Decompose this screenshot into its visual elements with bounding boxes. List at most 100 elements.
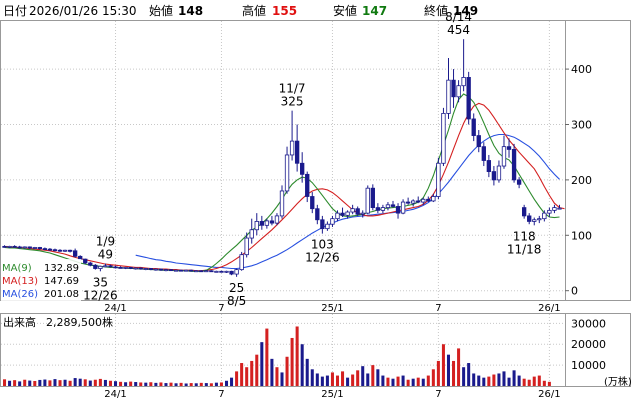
candle bbox=[390, 200, 396, 208]
date-value: 2026/01/26 15:30 bbox=[29, 4, 137, 18]
volume-bar bbox=[114, 381, 118, 386]
candle-body bbox=[491, 171, 497, 181]
candle-body bbox=[294, 140, 300, 164]
volume-bar bbox=[497, 373, 501, 386]
candle bbox=[451, 69, 456, 108]
candle bbox=[436, 157, 441, 200]
volume-bar bbox=[421, 378, 425, 386]
ma9-value: 132.89 bbox=[44, 263, 79, 274]
candle-body bbox=[199, 270, 204, 273]
volume-bar bbox=[330, 372, 334, 386]
candle-body bbox=[375, 207, 381, 211]
volume-bar bbox=[482, 377, 486, 386]
low-value: 147 bbox=[362, 4, 387, 18]
annotation-date: 8/14 bbox=[445, 10, 472, 24]
volume-bar bbox=[416, 377, 420, 386]
candle-body bbox=[168, 269, 174, 272]
candle bbox=[133, 267, 138, 270]
candle-body bbox=[390, 204, 396, 207]
candle-body bbox=[108, 265, 113, 268]
candle-body bbox=[456, 85, 461, 98]
candle-body bbox=[27, 246, 32, 249]
candle-body bbox=[194, 270, 199, 273]
candle-body bbox=[254, 221, 259, 231]
candle-body bbox=[52, 249, 58, 252]
candle-body bbox=[461, 77, 466, 87]
annotation-price: 103 bbox=[311, 238, 334, 252]
volume-bar bbox=[73, 378, 77, 386]
annotation-low: 11811/18 bbox=[507, 229, 542, 256]
candle-body bbox=[2, 245, 7, 248]
price-axis: 0 100 200 300 400 bbox=[565, 63, 592, 298]
volume-bars bbox=[3, 326, 551, 386]
volume-bar bbox=[487, 376, 491, 386]
volume-bar bbox=[18, 381, 22, 386]
volume-bar bbox=[517, 375, 521, 386]
candle-body bbox=[521, 207, 527, 217]
x-tick-label: 26/1 bbox=[538, 389, 560, 400]
candle bbox=[471, 113, 476, 142]
volume-bar bbox=[240, 363, 244, 386]
volume-bar bbox=[164, 383, 168, 386]
volume-bar bbox=[325, 375, 329, 386]
volume-bar bbox=[199, 382, 203, 386]
volume-bar bbox=[462, 367, 466, 386]
candle-body bbox=[143, 268, 148, 270]
candle bbox=[12, 245, 17, 248]
candle bbox=[400, 199, 406, 215]
candle bbox=[375, 203, 381, 214]
ma26-label: MA(26) bbox=[2, 289, 38, 300]
volume-bar bbox=[290, 337, 294, 386]
high-low-annotations: 1/9493512/26258/511/732510312/268/144541… bbox=[83, 10, 541, 308]
x-tick-label: 7 bbox=[218, 303, 224, 314]
candle-body bbox=[345, 211, 350, 216]
candle bbox=[284, 146, 290, 194]
candle-body bbox=[138, 267, 143, 270]
volume-bar bbox=[547, 381, 551, 386]
candle bbox=[7, 245, 12, 249]
volume-bar bbox=[230, 377, 234, 386]
annotation-price: 118 bbox=[513, 229, 536, 243]
candle bbox=[42, 247, 48, 251]
volume-axis: 10000 20000 30000 bbox=[571, 317, 606, 372]
candle bbox=[189, 269, 194, 272]
annotation-price: 325 bbox=[281, 95, 304, 109]
price-grid bbox=[1, 21, 565, 300]
volume-bar bbox=[532, 376, 536, 386]
candle bbox=[294, 124, 300, 172]
price-tick-label: 100 bbox=[571, 229, 592, 242]
candle-body bbox=[289, 140, 295, 156]
open-label: 始値 bbox=[149, 3, 173, 18]
candle bbox=[411, 199, 416, 207]
candle bbox=[98, 265, 103, 272]
volume-bar bbox=[310, 369, 314, 386]
volume-bar bbox=[129, 381, 133, 386]
candle bbox=[178, 269, 184, 272]
volume-bar bbox=[235, 371, 239, 386]
volume-bar bbox=[305, 358, 309, 386]
candle-body bbox=[163, 269, 169, 272]
candle-body bbox=[380, 207, 386, 211]
candle-body bbox=[118, 267, 123, 269]
candle bbox=[234, 268, 239, 277]
low-label: 安値 bbox=[333, 3, 357, 18]
annotation-high: 1/949 bbox=[96, 235, 115, 262]
candle-body bbox=[310, 196, 315, 210]
volume-bar bbox=[154, 382, 158, 386]
volume-tick-label: 20000 bbox=[571, 338, 606, 351]
volume-bar bbox=[108, 380, 112, 386]
volume-bar bbox=[386, 377, 390, 386]
candlestick-series bbox=[2, 39, 562, 277]
candle-body bbox=[47, 248, 53, 251]
candle bbox=[52, 248, 58, 252]
candle bbox=[330, 215, 335, 227]
volume-bar bbox=[366, 373, 370, 386]
volume-bar bbox=[214, 382, 218, 386]
volume-bar bbox=[351, 374, 355, 386]
ma13-label: MA(13) bbox=[2, 276, 38, 287]
candle-body bbox=[204, 270, 209, 273]
candle-body bbox=[300, 162, 305, 175]
x-tick-label: 25/1 bbox=[321, 389, 343, 400]
candle bbox=[305, 171, 310, 203]
ma26-value: 201.08 bbox=[44, 289, 79, 300]
